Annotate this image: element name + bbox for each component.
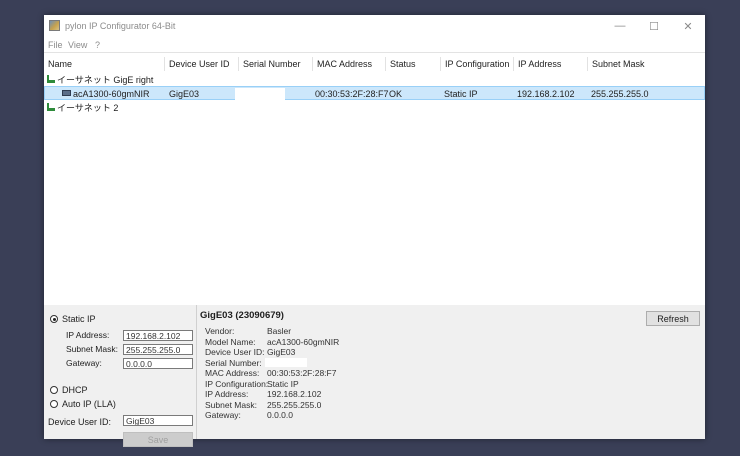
- network-adapter-icon: [47, 75, 55, 83]
- network-group-name: イーサネット 2: [57, 103, 119, 113]
- subnet-mask-label: Subnet Mask:: [66, 344, 118, 354]
- detail-device-user-id: GigE03: [267, 347, 296, 357]
- title-bar[interactable]: pylon IP Configurator 64-Bit — ☐ ✕: [44, 15, 705, 37]
- detail-key: Serial Number:: [205, 357, 262, 368]
- column-header-name[interactable]: Name: [44, 57, 165, 71]
- device-list[interactable]: Name Device User ID Serial Number MAC Ad…: [44, 52, 705, 306]
- detail-key: Device User ID:: [205, 347, 265, 357]
- column-header-status[interactable]: Status: [386, 57, 441, 71]
- main-window: pylon IP Configurator 64-Bit — ☐ ✕ File …: [44, 15, 705, 447]
- menu-bar: File View ?: [44, 39, 705, 52]
- detail-key: IP Configuration:: [205, 378, 269, 389]
- column-header-mac-address[interactable]: MAC Address: [313, 57, 386, 71]
- device-subnet-mask: 255.255.255.0: [591, 89, 649, 99]
- column-header-ip-configuration[interactable]: IP Configuration: [441, 57, 514, 71]
- pylon-app-icon: [49, 20, 60, 31]
- gateway-input[interactable]: [123, 358, 193, 369]
- network-group-row[interactable]: イーサネット GigE right: [44, 73, 705, 87]
- configuration-panel: Static IP IP Address: Subnet Mask: Gatew…: [44, 305, 705, 447]
- device-details-title: GigE03 (23090679): [200, 310, 284, 321]
- device-mac-address: 00:30:53:2F:28:F7: [315, 89, 389, 99]
- detail-key: IP Address:: [205, 389, 249, 399]
- auto-ip-label: Auto IP (LLA): [62, 399, 116, 409]
- device-status: OK: [389, 89, 403, 99]
- gateway-label: Gateway:: [66, 358, 102, 368]
- close-button[interactable]: ✕: [671, 15, 705, 37]
- column-header-serial-number[interactable]: Serial Number: [239, 57, 313, 71]
- detail-ip-configuration: Static IP: [267, 378, 299, 389]
- detail-ip-address: 192.168.2.102: [267, 389, 322, 399]
- serial-number-redacted: [235, 88, 285, 100]
- device-user-id: GigE03: [169, 89, 200, 99]
- dhcp-label: DHCP: [62, 385, 88, 395]
- device-name: acA1300-60gmNIR: [73, 89, 150, 99]
- static-ip-label: Static IP: [62, 314, 96, 324]
- detail-gateway: 0.0.0.0: [267, 410, 293, 420]
- network-adapter-icon: [47, 103, 55, 111]
- menu-file[interactable]: File: [48, 40, 63, 50]
- dhcp-radio[interactable]: [50, 386, 58, 394]
- detail-key: Vendor:: [205, 326, 235, 336]
- detail-key: Subnet Mask:: [205, 399, 257, 410]
- device-user-id-label: Device User ID:: [48, 417, 112, 427]
- device-row[interactable]: acA1300-60gmNIR GigE03 00:30:53:2F:28:F7…: [44, 86, 705, 100]
- device-ip-address: 192.168.2.102: [517, 89, 575, 99]
- ip-settings-pane: Static IP IP Address: Subnet Mask: Gatew…: [44, 305, 197, 447]
- detail-model-name: acA1300-60gmNIR: [267, 336, 340, 347]
- detail-mac-address: 00:30:53:2F:28:F7: [267, 368, 337, 378]
- column-header-device-user-id[interactable]: Device User ID: [165, 57, 239, 71]
- subnet-mask-input[interactable]: [123, 344, 193, 355]
- save-button[interactable]: Save: [123, 432, 193, 447]
- menu-view[interactable]: View: [68, 40, 87, 50]
- detail-key: Model Name:: [205, 336, 256, 347]
- detail-key: MAC Address:: [205, 368, 260, 378]
- refresh-button[interactable]: Refresh: [646, 311, 700, 326]
- network-group-row[interactable]: イーサネット 2: [44, 101, 705, 115]
- auto-ip-radio[interactable]: [50, 400, 58, 408]
- menu-help[interactable]: ?: [95, 40, 100, 50]
- ip-address-input[interactable]: [123, 330, 193, 341]
- detail-vendor: Basler: [267, 326, 292, 336]
- detail-subnet-mask: 255.255.255.0: [267, 399, 322, 410]
- column-header-subnet-mask[interactable]: Subnet Mask: [588, 57, 648, 71]
- network-group-name: イーサネット GigE right: [57, 75, 154, 85]
- static-ip-radio[interactable]: [50, 315, 58, 323]
- detail-key: Gateway:: [205, 410, 241, 420]
- camera-icon: [62, 90, 71, 96]
- ip-address-label: IP Address:: [66, 330, 110, 340]
- device-ip-configuration: Static IP: [444, 89, 478, 99]
- column-header-ip-address[interactable]: IP Address: [514, 57, 588, 71]
- detail-serial-number-redacted: [265, 358, 307, 367]
- minimize-button[interactable]: —: [603, 15, 637, 37]
- device-user-id-input[interactable]: [123, 415, 193, 426]
- window-title: pylon IP Configurator 64-Bit: [65, 21, 176, 31]
- maximize-button[interactable]: ☐: [637, 15, 671, 37]
